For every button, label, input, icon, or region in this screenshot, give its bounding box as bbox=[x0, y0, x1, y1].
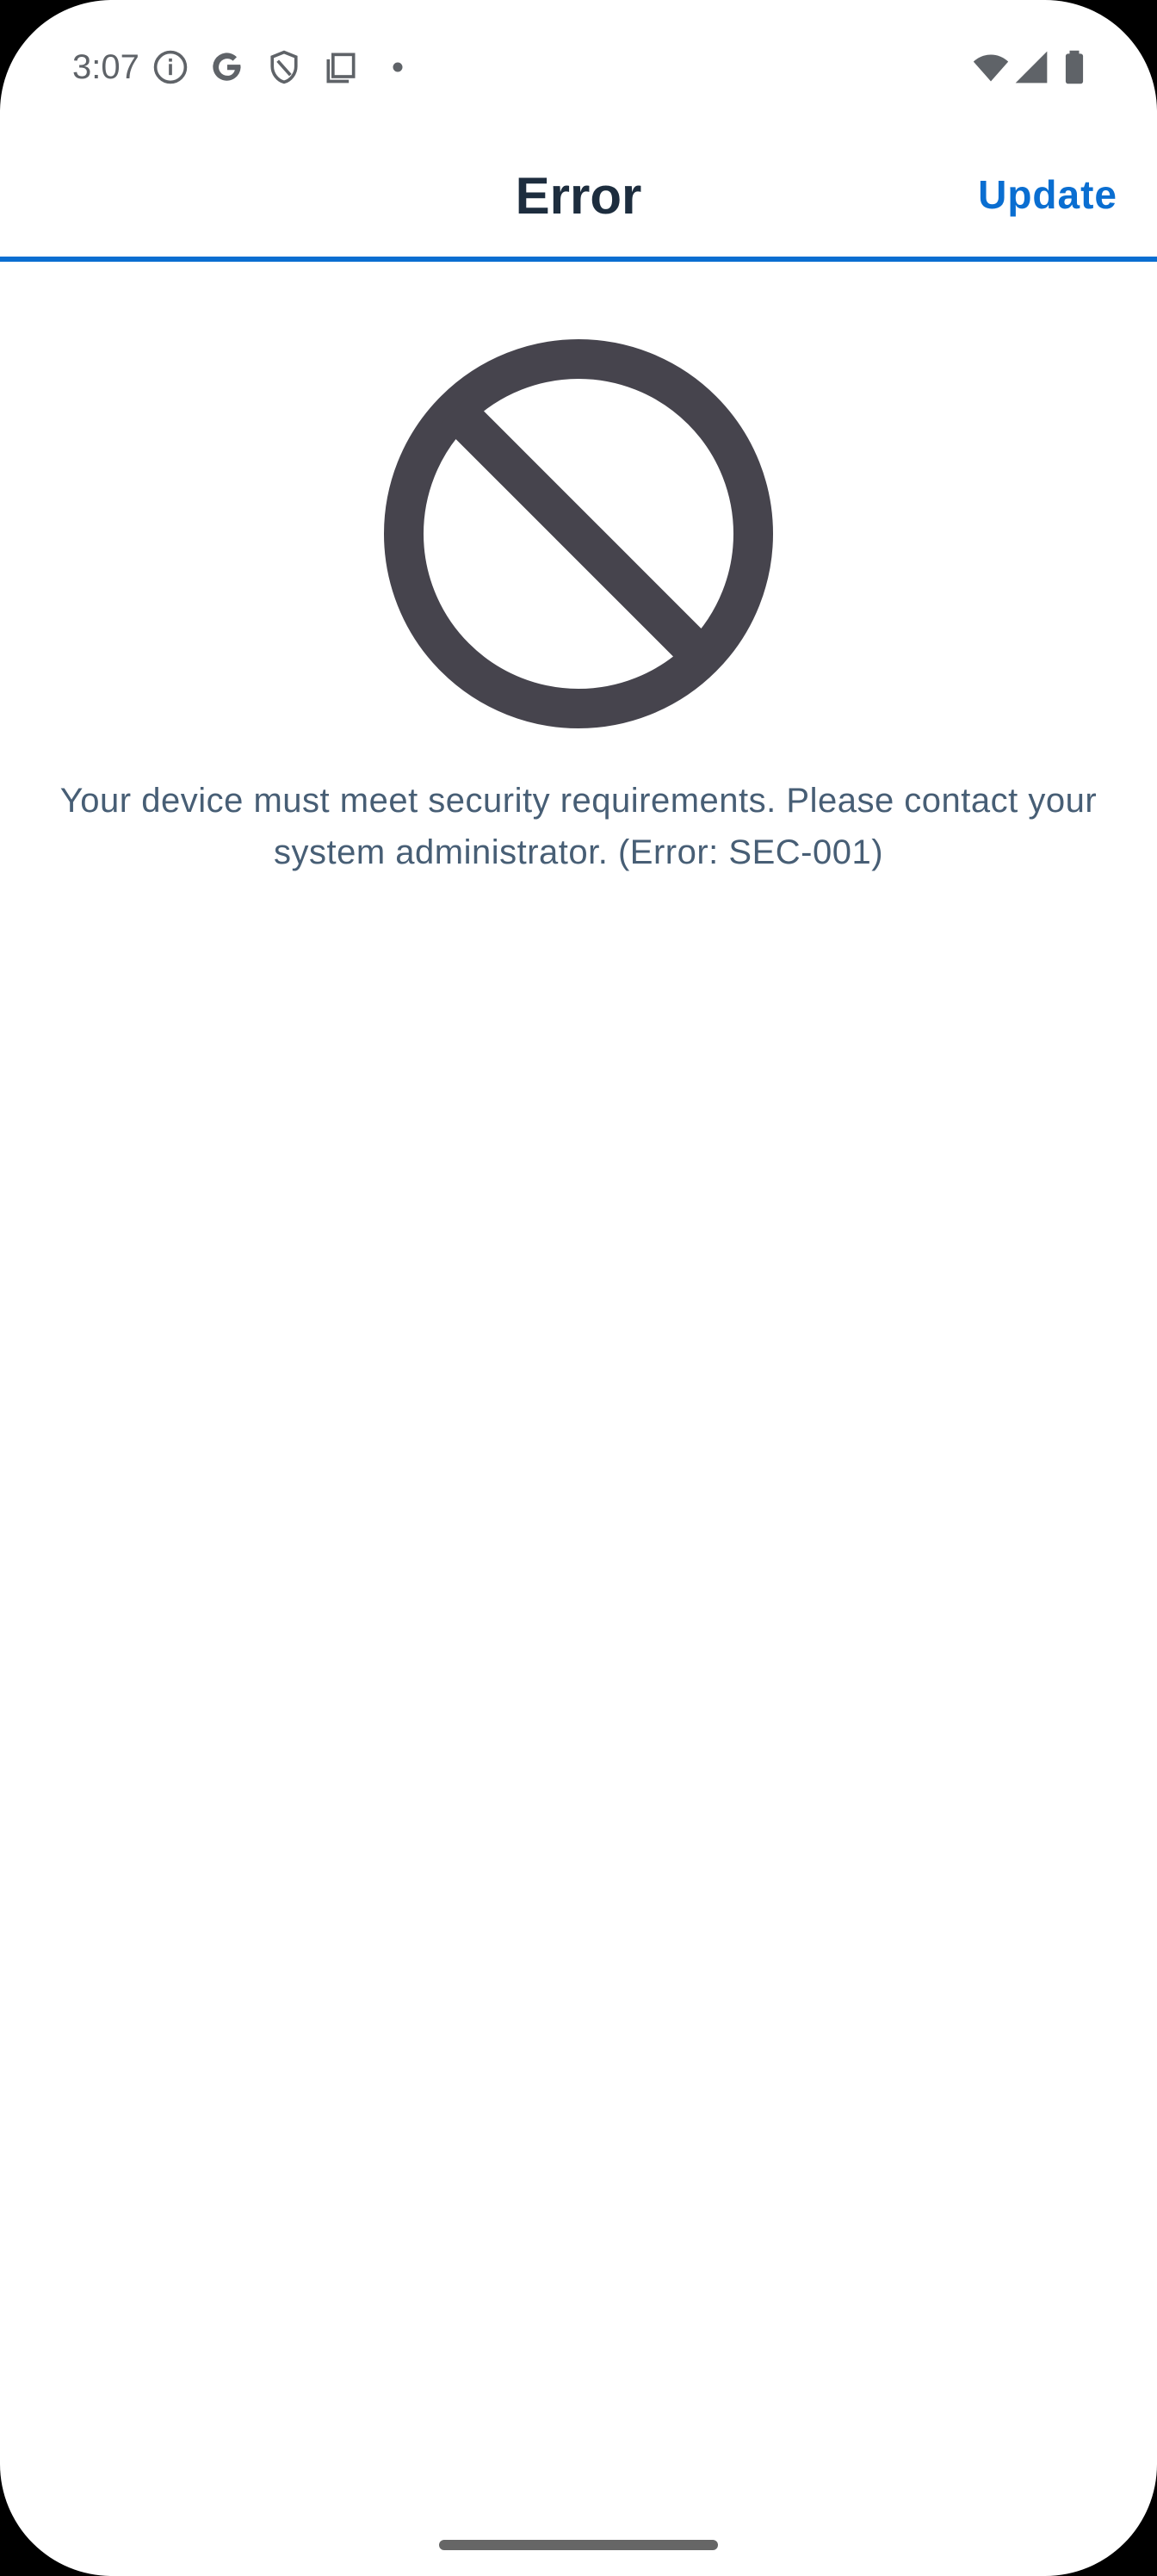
error-message: Your device must meet security requireme… bbox=[59, 782, 1098, 871]
signal-icon bbox=[1012, 48, 1050, 86]
status-time: 3:07 bbox=[72, 48, 139, 86]
gesture-navigation-bar[interactable] bbox=[439, 2540, 718, 2550]
battery-icon bbox=[1055, 48, 1093, 86]
shield-icon bbox=[265, 48, 303, 86]
dot-icon bbox=[379, 48, 417, 86]
app-bar: Error Update bbox=[0, 138, 1157, 258]
update-button[interactable]: Update bbox=[978, 169, 1117, 220]
info-icon bbox=[152, 48, 189, 86]
google-icon bbox=[208, 48, 246, 86]
status-bar: 3:07 bbox=[0, 0, 1157, 138]
app-bar-divider bbox=[0, 257, 1157, 262]
wifi-icon bbox=[969, 48, 1012, 86]
screen: 3:07 Error Update Your device must meet … bbox=[0, 0, 1157, 2576]
copy-icon bbox=[322, 48, 360, 86]
prohibited-icon bbox=[384, 339, 773, 728]
